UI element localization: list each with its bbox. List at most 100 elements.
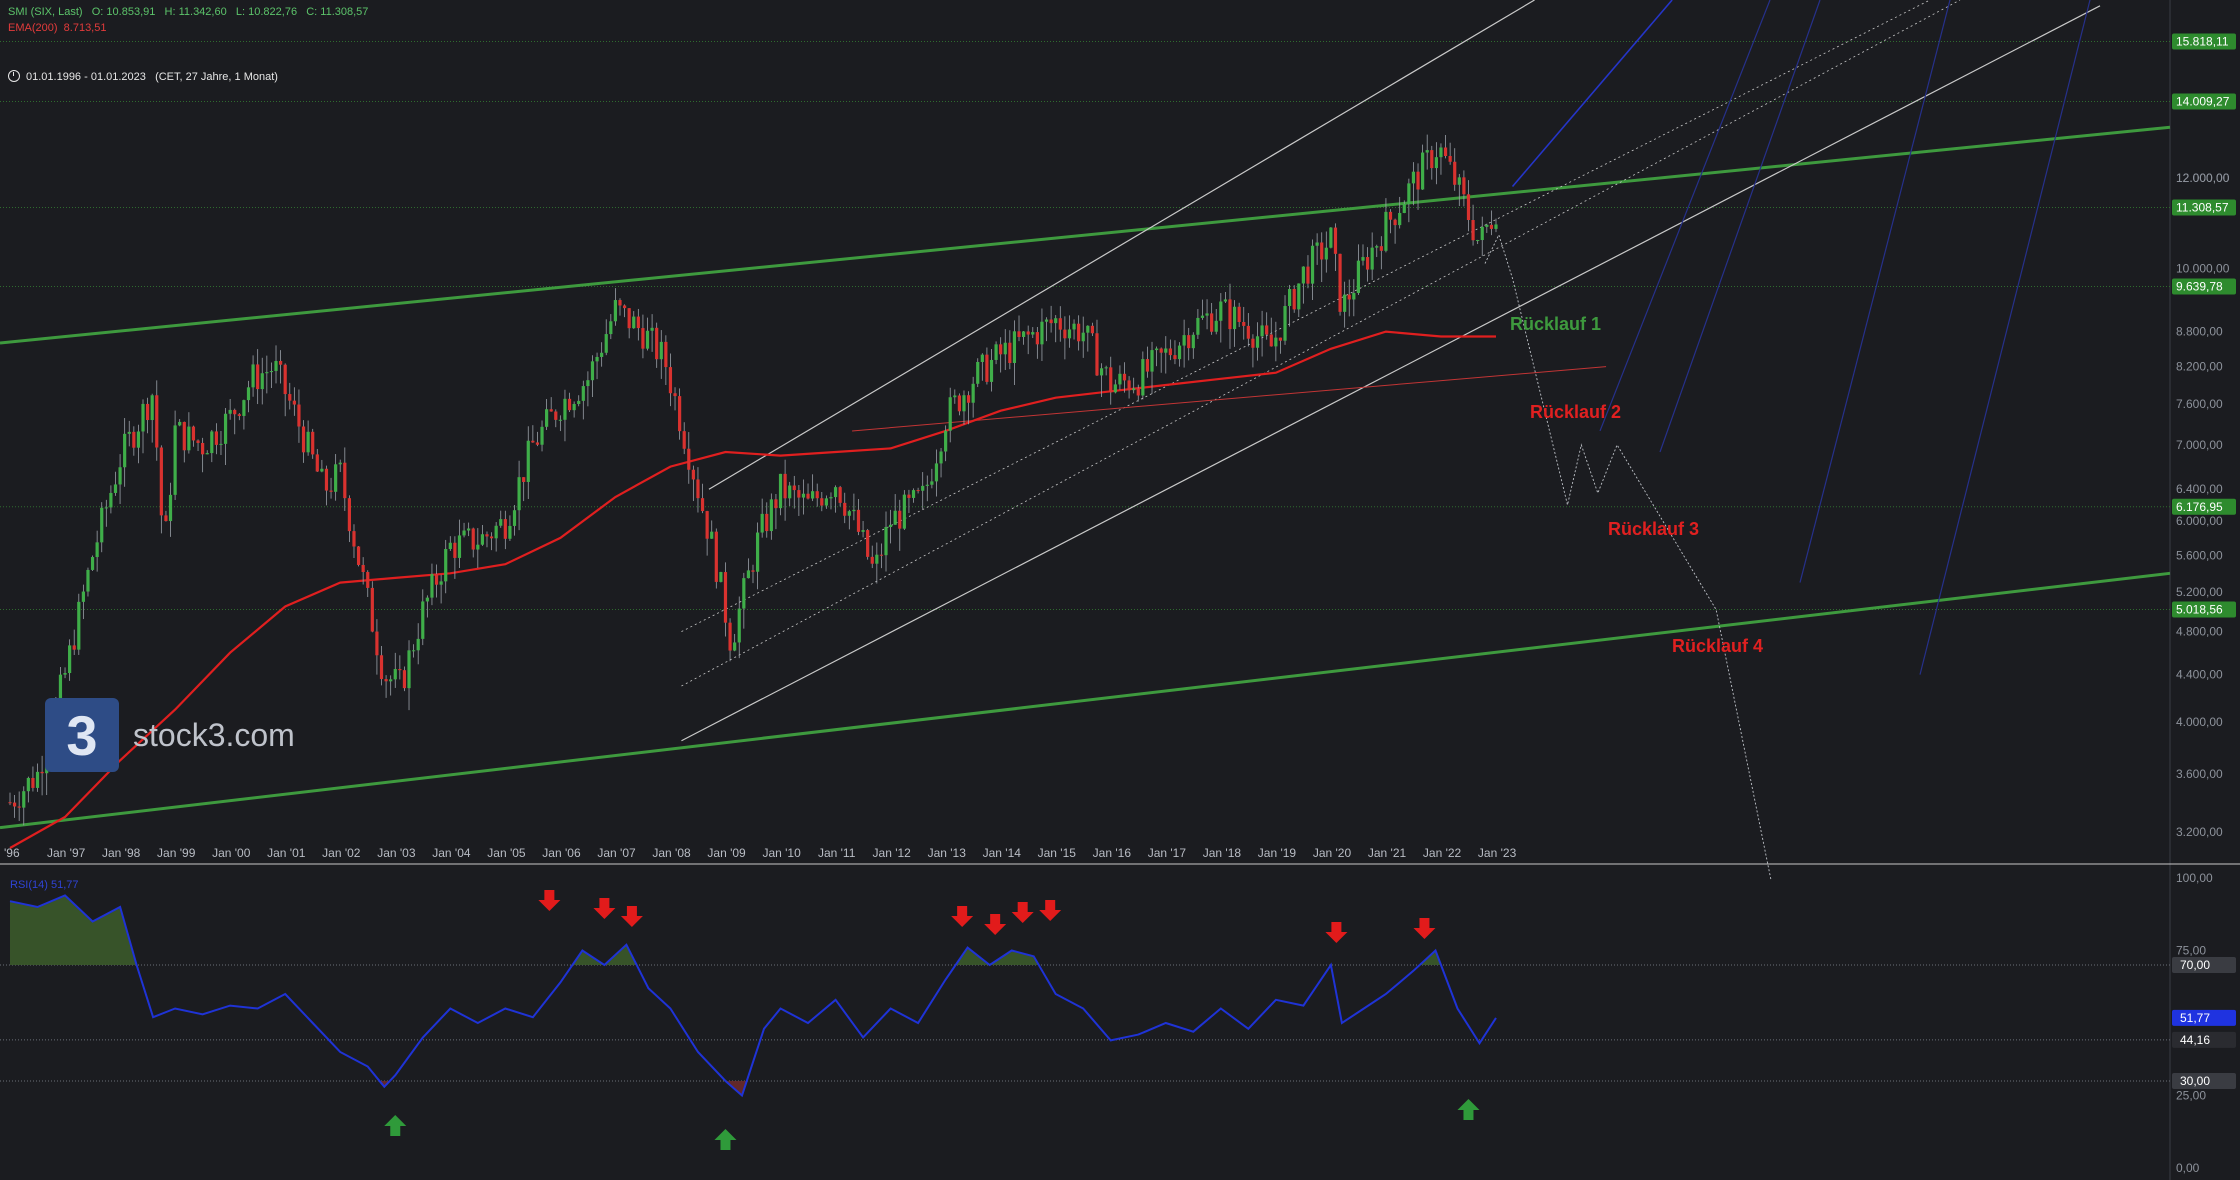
candle-body	[292, 400, 296, 405]
candle-body	[1136, 388, 1140, 396]
candle-body	[1021, 331, 1026, 337]
x-tick-label: Jan '97	[47, 846, 86, 860]
candle	[402, 666, 407, 692]
candle-body	[778, 473, 783, 509]
open-value: O: 10.853,91	[91, 6, 156, 18]
candle-body	[1365, 257, 1370, 270]
candle-body	[815, 491, 819, 499]
candle-body	[471, 528, 475, 550]
arrow-shaft	[720, 1140, 731, 1150]
candle-body	[833, 487, 838, 498]
candle-body	[1434, 157, 1438, 169]
x-tick-label: Jan '01	[267, 846, 306, 860]
candle-body	[343, 462, 347, 499]
candle-body	[104, 507, 108, 509]
x-tick-label: Jan '09	[707, 846, 746, 860]
candle-body	[1159, 348, 1163, 353]
candle-body	[604, 334, 608, 353]
x-tick-label: Jan '13	[928, 846, 967, 860]
candle-body	[769, 499, 773, 532]
arrow-shaft	[1045, 900, 1056, 910]
candle	[311, 428, 315, 459]
rsi-badge: 51,77	[2172, 1009, 2236, 1026]
candle-body	[1246, 325, 1250, 339]
candle-body	[1187, 335, 1191, 349]
candle-body	[412, 650, 416, 652]
candle-body	[531, 440, 535, 443]
candle-body	[590, 361, 595, 381]
candle-body	[1223, 299, 1228, 302]
candle-body	[17, 806, 21, 808]
y-tick-label: 5.200,00	[2176, 585, 2223, 599]
candle-body	[907, 494, 911, 498]
candle-body	[577, 400, 581, 404]
x-tick-label: '96	[4, 846, 20, 860]
candle-body	[783, 473, 787, 499]
x-tick-label: Jan '16	[1093, 846, 1132, 860]
candle-body	[31, 777, 35, 788]
y-tick-label: 7.000,00	[2176, 438, 2223, 452]
candle-body	[636, 316, 640, 329]
candle-body	[499, 519, 503, 526]
candle-body	[774, 499, 778, 509]
candle-body	[26, 777, 30, 792]
candle-body	[288, 394, 292, 401]
candle-body	[462, 530, 466, 536]
candle-body	[911, 490, 916, 498]
candle-body	[884, 527, 888, 556]
candle-body	[1306, 266, 1310, 284]
candle-body	[554, 411, 558, 420]
candle-body	[237, 414, 241, 416]
candle-body	[989, 359, 994, 382]
candle-body	[191, 426, 196, 441]
candle-body	[870, 556, 874, 564]
candle-body	[1457, 177, 1461, 185]
candle-body	[201, 442, 205, 455]
arrow-shaft	[599, 898, 610, 908]
candle-body	[434, 574, 439, 585]
x-tick-label: Jan '17	[1148, 846, 1187, 860]
candle-body	[1168, 348, 1172, 356]
candle-body	[953, 395, 957, 398]
annotation-label: Rücklauf 1	[1510, 314, 1601, 334]
candle-body	[866, 530, 870, 557]
candle-body	[136, 431, 141, 448]
candle-body	[710, 531, 714, 539]
date-range[interactable]: 01.01.1996 - 01.01.2023 (CET, 27 Jahre, …	[8, 70, 278, 83]
y-tick-label: 4.800,00	[2176, 625, 2223, 639]
price-badge: 9.639,78	[2172, 278, 2236, 295]
candle-body	[517, 477, 521, 511]
candle-body	[655, 327, 659, 360]
candle-body	[453, 542, 457, 558]
candle-body	[90, 557, 95, 570]
y-tick-label: 6.400,00	[2176, 482, 2223, 496]
candle-body	[1214, 320, 1218, 332]
candle-body	[219, 443, 223, 445]
candle-body	[1466, 194, 1471, 221]
candle-body	[944, 430, 948, 452]
candle-body	[1145, 359, 1150, 372]
price-badge: 5.018,56	[2172, 601, 2236, 618]
candle-body	[269, 371, 274, 373]
ema-header: EMA(200) 8.713,51	[8, 22, 106, 34]
candle-body	[1278, 337, 1283, 341]
candle-body	[113, 484, 118, 493]
candle-body	[347, 498, 351, 532]
candle-body	[448, 542, 452, 550]
candle-body	[1122, 373, 1127, 381]
candle-body	[641, 328, 645, 349]
candle-body	[957, 395, 961, 412]
price-badge-text: 5.018,56	[2176, 603, 2223, 617]
candle-body	[407, 650, 411, 689]
candle-body	[806, 493, 810, 499]
candle-body	[962, 395, 966, 412]
candle-body	[549, 409, 553, 412]
y-tick-label: 10.000,00	[2176, 261, 2230, 275]
candle-body	[141, 403, 145, 432]
candle	[976, 358, 980, 388]
candle-body	[1485, 224, 1489, 227]
candle-body	[1407, 183, 1411, 204]
candle-body	[1310, 245, 1315, 284]
candle	[714, 528, 718, 589]
date-range-meta: (CET, 27 Jahre, 1 Monat)	[155, 71, 278, 83]
